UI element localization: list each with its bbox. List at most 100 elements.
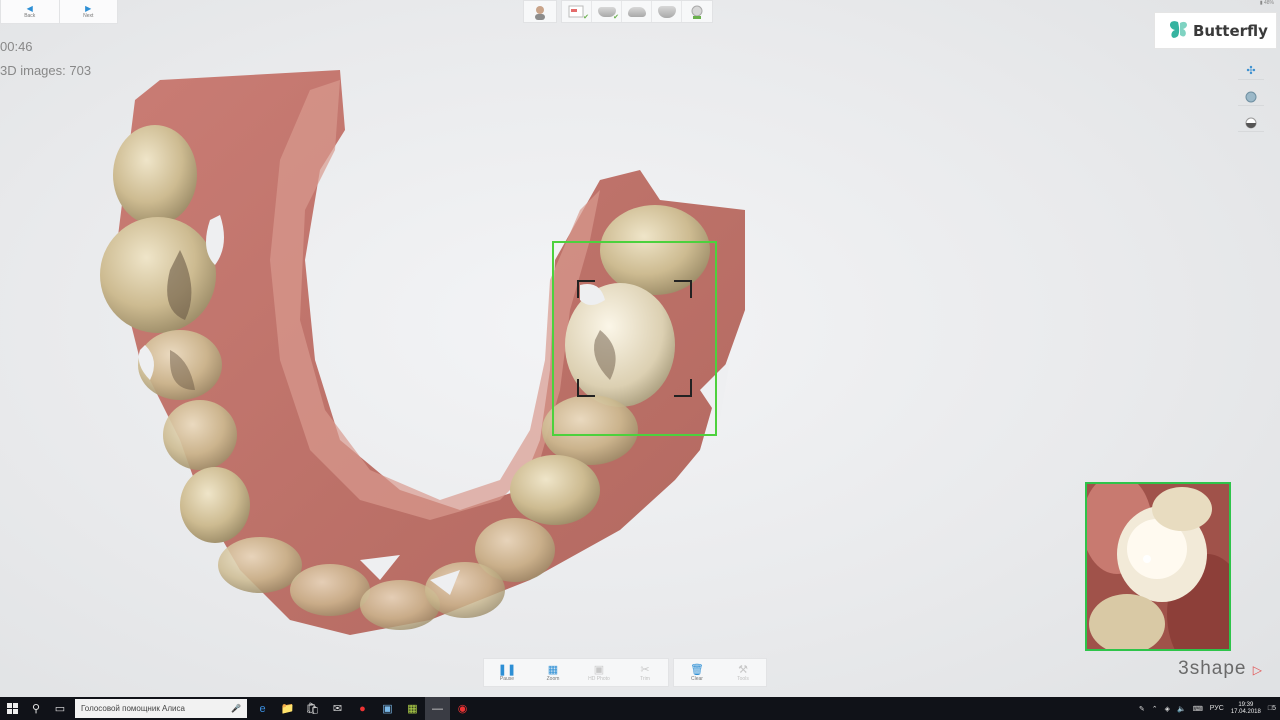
zoom-icon: ▦	[547, 663, 559, 676]
record-icon: ◉	[457, 703, 468, 715]
clock[interactable]: 19:39 17.04.2018	[1231, 702, 1261, 716]
microphone-icon: 🎤	[231, 704, 241, 713]
butterfly-logo: Butterfly	[1154, 12, 1277, 49]
next-button[interactable]: ▶ Next	[60, 0, 118, 23]
live-tooth-image	[1087, 484, 1229, 649]
trim-button[interactable]: ✂ Trim	[622, 659, 668, 686]
image-count: 3D images: 703	[0, 63, 92, 78]
task-view-icon: ▭	[54, 703, 66, 715]
frame-corner	[674, 280, 692, 298]
logo-text: Butterfly	[1193, 21, 1268, 40]
pause-button[interactable]: ❚❚ Pause	[484, 659, 530, 686]
store-app[interactable]: 🛍	[300, 697, 325, 720]
lower-jaw-icon	[627, 6, 646, 17]
tools-label: Tools	[737, 675, 749, 682]
pause-label: Pause	[499, 675, 515, 682]
pause-icon: ❚❚	[497, 663, 517, 676]
system-tray: ✎ ⌃ ◈ 🔈 ⌨ РУС 19:39 17.04.2018 □5	[1139, 702, 1280, 716]
volume-icon[interactable]: 🔈	[1177, 705, 1186, 713]
pen-icon[interactable]: ✎	[1139, 705, 1145, 713]
center-view-button[interactable]: ✣	[1238, 62, 1264, 80]
lower-jaw-step[interactable]	[622, 1, 652, 22]
photos-icon: ▣	[382, 703, 393, 715]
clear-label: Clear	[691, 675, 703, 682]
hd-photo-label: HD Photo	[588, 675, 610, 682]
zoom-button[interactable]: ▦ Zoom	[530, 659, 576, 686]
yandex-app[interactable]: ●	[350, 697, 375, 720]
bite-step[interactable]	[652, 1, 682, 22]
shade-toggle-button[interactable]	[1238, 114, 1264, 132]
prescription-step[interactable]: ✔	[562, 1, 592, 22]
secondary-tools: 🗑 Clear ⚒ Tools	[673, 658, 767, 687]
language-indicator[interactable]: РУС	[1210, 705, 1224, 712]
back-label: Back	[24, 13, 36, 19]
notification-count: 5	[1272, 705, 1276, 712]
patient-icon	[535, 5, 545, 20]
crosshair-icon: ✣	[1246, 65, 1256, 77]
check-icon: ✔	[583, 14, 589, 21]
tooth-shade-icon	[1245, 117, 1257, 128]
next-label: Next	[83, 13, 94, 19]
scan-steps-group: ✔ ✔	[561, 0, 713, 23]
primary-tools: ❚❚ Pause ▦ Zoom ▣ HD Photo ✂ Trim	[483, 658, 669, 687]
back-button[interactable]: ◀ Back	[1, 0, 60, 23]
check-icon: ✔	[613, 14, 619, 21]
search-button[interactable]: ⚲	[24, 697, 48, 720]
wizard-nav: ◀ Back ▶ Next	[0, 0, 118, 24]
start-button[interactable]	[0, 697, 24, 720]
notes-icon: ▦	[407, 703, 418, 715]
edge-app[interactable]: e	[250, 697, 275, 720]
search-icon: ⚲	[31, 703, 41, 715]
texture-toggle-button[interactable]	[1238, 88, 1264, 106]
explorer-app[interactable]: 📁	[275, 697, 300, 720]
battery-level: 48%	[1263, 0, 1274, 6]
frame-corner	[577, 280, 595, 298]
upper-jaw-step[interactable]: ✔	[592, 1, 622, 22]
live-camera-preview	[1085, 482, 1231, 651]
top-status: ▮ 48%	[1260, 0, 1274, 6]
frame-corner	[577, 379, 595, 397]
keyboard-icon[interactable]: ⌨	[1193, 705, 1203, 713]
scan-timer: 00:46	[0, 39, 33, 54]
tools-button[interactable]: ⚒ Tools	[720, 659, 766, 686]
patient-step[interactable]	[523, 0, 557, 23]
trim-label: Trim	[640, 675, 650, 682]
assistant-search-text: Голосовой помощник Алиса	[81, 704, 185, 713]
battery-icon: ▮	[1259, 0, 1263, 6]
network-icon[interactable]: ◈	[1165, 705, 1170, 713]
mail-app[interactable]: ✉	[325, 697, 350, 720]
task-view-button[interactable]: ▭	[48, 697, 72, 720]
windows-icon	[6, 703, 18, 714]
recorder-app[interactable]: ◉	[450, 697, 475, 720]
sphere-icon	[1245, 91, 1257, 102]
scanner-app-icon: —	[432, 702, 443, 715]
scan-toolbar: ❚❚ Pause ▦ Zoom ▣ HD Photo ✂ Trim 🗑 Clea…	[483, 658, 767, 687]
yandex-icon: ●	[359, 702, 366, 715]
hd-photo-button[interactable]: ▣ HD Photo	[576, 659, 622, 686]
frame-corner	[674, 379, 692, 397]
view-tools: ✣	[1238, 62, 1264, 132]
clock-date: 17.04.2018	[1230, 708, 1261, 715]
clock-time: 19:39	[1238, 701, 1254, 708]
3shape-logo: 3shape ▷	[1178, 658, 1263, 680]
assistant-search-input[interactable]: Голосовой помощник Алиса 🎤	[75, 699, 247, 718]
brand-text: 3shape	[1178, 658, 1247, 679]
notification-icon[interactable]: □5	[1268, 705, 1276, 712]
clear-button[interactable]: 🗑 Clear	[674, 659, 720, 686]
zoom-label: Zoom	[546, 675, 560, 682]
send-step[interactable]	[682, 1, 712, 22]
arrow-right-icon: ▶	[85, 4, 92, 13]
camera-icon: ▣	[593, 663, 605, 676]
bite-icon	[657, 5, 676, 18]
wrench-icon: ⚒	[738, 663, 748, 676]
arrow-left-icon: ◀	[26, 4, 33, 13]
edge-icon: e	[259, 702, 266, 715]
os-taskbar: ⚲ ▭ Голосовой помощник Алиса 🎤 e 📁 🛍 ✉ ●…	[0, 697, 1280, 720]
mail-icon: ✉	[332, 703, 343, 715]
chevron-up-icon[interactable]: ⌃	[1152, 705, 1158, 713]
trash-icon: 🗑	[690, 663, 704, 676]
notes-app[interactable]: ▦	[400, 697, 425, 720]
brand-triangle-icon: ▷	[1252, 663, 1263, 677]
scanner-app[interactable]: —	[425, 697, 450, 720]
photos-app[interactable]: ▣	[375, 697, 400, 720]
